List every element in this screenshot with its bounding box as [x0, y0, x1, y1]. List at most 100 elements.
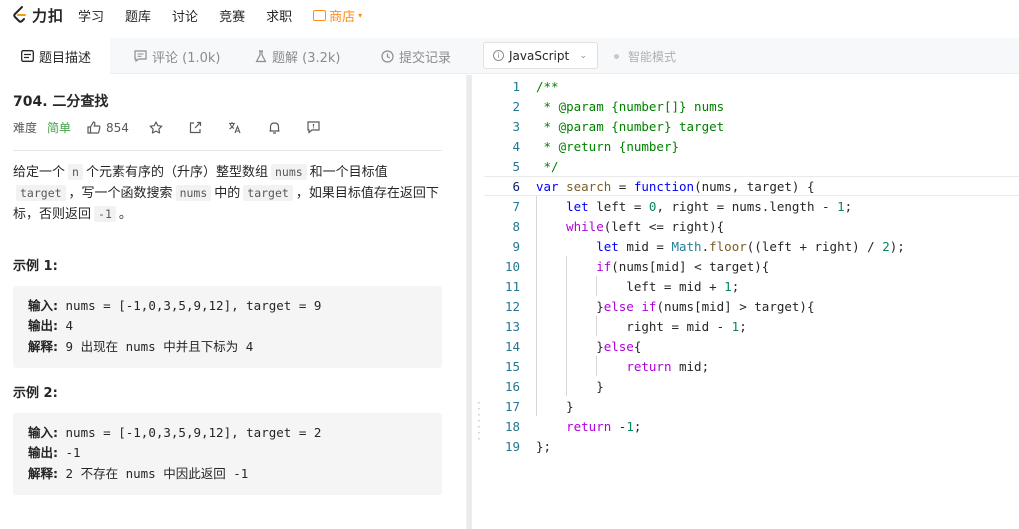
panel-resize-handle[interactable]: · · · · · · ·	[466, 75, 483, 529]
nav-item-jobs[interactable]: 求职	[266, 6, 292, 25]
inline-code: nums	[270, 164, 307, 180]
code-text[interactable]: }	[536, 399, 574, 414]
code-text[interactable]: * @param {number} target	[536, 119, 725, 134]
inline-code: -1	[94, 206, 116, 222]
code-line[interactable]: 14 }else{	[484, 336, 1019, 356]
code-text[interactable]: let left = 0, right = nums.length - 1;	[536, 199, 852, 214]
chevron-down-icon: ⌄	[579, 50, 587, 61]
desc-text: 和一个目标值	[309, 165, 388, 180]
line-number: 5	[512, 158, 520, 174]
nav-item-learn[interactable]: 学习	[78, 6, 104, 25]
nav-item-problemset[interactable]: 题库	[125, 6, 151, 25]
indent-guide	[596, 316, 598, 336]
language-select[interactable]: i JavaScript ⌄	[483, 42, 598, 69]
code-line[interactable]: 6 var search = function(nums, target) {	[484, 176, 1019, 196]
tab-description[interactable]: 题目描述	[0, 38, 110, 74]
example-input-label: 输入:	[28, 298, 58, 313]
code-line[interactable]: 15 return mid;	[484, 356, 1019, 376]
translate-icon	[228, 122, 241, 134]
problem-title: 704. 二分查找	[13, 94, 109, 110]
like-count: 854	[106, 120, 129, 135]
code-line[interactable]: 12 }else if(nums[mid] > target){	[484, 296, 1019, 316]
example-explain: 2 不存在 nums 中因此返回 -1	[65, 465, 249, 481]
language-select-value: JavaScript	[509, 48, 570, 63]
example-1-title: 示例 1:	[13, 259, 58, 274]
code-editor[interactable]: 1/** 2 * @param {number[]} nums 3 * @param…	[484, 75, 1019, 529]
chevron-down-icon: ▾	[358, 10, 363, 20]
smart-mode-toggle[interactable]: 智能模式	[614, 38, 676, 74]
code-text[interactable]: if(nums[mid] < target){	[536, 259, 769, 274]
code-line[interactable]: 4 * @return {number}	[484, 136, 1019, 156]
example-input: nums = [-1,0,3,5,9,12], target = 2	[65, 425, 322, 440]
code-line[interactable]: 11 left = mid + 1;	[484, 276, 1019, 296]
problem-panel: 704. 二分查找 难度 简单 854 给定一个 n 个元素有序的（升序）整型数组 n…	[0, 75, 466, 529]
code-text[interactable]: */	[536, 159, 559, 174]
code-line[interactable]: 17 }	[484, 396, 1019, 416]
example-input: nums = [-1,0,3,5,9,12], target = 9	[65, 298, 322, 313]
line-number: 4	[512, 138, 520, 154]
line-number: 8	[512, 218, 520, 234]
like-button[interactable]: 854	[87, 121, 129, 135]
code-text[interactable]: * @param {number[]} nums	[536, 99, 725, 114]
code-text[interactable]: return mid;	[536, 359, 709, 374]
line-number: 7	[512, 198, 520, 214]
feedback-button[interactable]	[307, 121, 320, 134]
code-text[interactable]: right = mid - 1;	[536, 319, 746, 334]
favorite-button[interactable]	[149, 121, 163, 134]
code-line[interactable]: 13 right = mid - 1;	[484, 316, 1019, 336]
code-text[interactable]: }	[536, 379, 604, 394]
line-number: 2	[512, 98, 520, 114]
example-2-block: 输入: nums = [-1,0,3,5,9,12], target = 2 输…	[13, 413, 442, 495]
code-line[interactable]: 8 while(left <= right){	[484, 216, 1019, 236]
example-2-title: 示例 2:	[13, 386, 58, 401]
logo[interactable]: 力扣	[12, 5, 64, 26]
example-explain-label: 解释:	[28, 338, 58, 354]
flask-icon	[254, 49, 267, 63]
code-line[interactable]: 3 * @param {number} target	[484, 116, 1019, 136]
share-button[interactable]	[189, 121, 202, 134]
code-text[interactable]: var search = function(nums, target) {	[536, 179, 814, 194]
desc-text: 中的	[214, 186, 241, 201]
code-text[interactable]: * @return {number}	[536, 139, 679, 154]
line-number: 14	[504, 338, 520, 354]
code-line[interactable]: 1 /**	[484, 76, 1019, 96]
code-text[interactable]: return -1;	[536, 419, 641, 434]
drag-grip-icon: · · · · · · ·	[477, 396, 481, 446]
inline-code: target	[16, 185, 66, 201]
code-text[interactable]: let mid = Math.floor((left + right) / 2)…	[536, 239, 905, 254]
example-output-label: 输出:	[28, 445, 58, 461]
nav-item-discuss[interactable]: 讨论	[172, 6, 198, 25]
code-line[interactable]: 7 let left = 0, right = nums.length - 1;	[484, 196, 1019, 216]
tab-solutions[interactable]: 题解 (3.2k)	[254, 38, 340, 74]
example-output: 4	[65, 318, 74, 334]
line-number: 12	[504, 298, 520, 314]
nav-item-shop[interactable]: 商店 ▾	[313, 6, 362, 25]
code-line[interactable]: 16 }	[484, 376, 1019, 396]
notification-button[interactable]	[268, 121, 281, 134]
tab-comments[interactable]: 评论 (1.0k)	[134, 38, 220, 74]
code-line[interactable]: 18 return -1;	[484, 416, 1019, 436]
translate-button[interactable]	[228, 121, 242, 134]
example-input-label: 输入:	[28, 425, 58, 440]
code-text[interactable]: };	[536, 439, 551, 454]
code-text[interactable]: /**	[536, 79, 559, 94]
inline-code: n	[68, 164, 83, 180]
thumbs-up-icon	[87, 121, 101, 134]
code-line[interactable]: 2 * @param {number[]} nums	[484, 96, 1019, 116]
code-text[interactable]: }else if(nums[mid] > target){	[536, 299, 814, 314]
code-text[interactable]: while(left <= right){	[536, 219, 724, 234]
tab-submissions[interactable]: 提交记录	[381, 38, 451, 74]
tab-comments-label: 评论 (1.0k)	[152, 50, 221, 66]
code-line[interactable]: 10 if(nums[mid] < target){	[484, 256, 1019, 276]
description-icon	[21, 50, 34, 63]
code-line[interactable]: 19};	[484, 436, 1019, 456]
desc-text: ，写一个函数搜索	[68, 186, 173, 201]
code-line[interactable]: 5 */	[484, 156, 1019, 176]
code-text[interactable]: }else{	[536, 339, 641, 354]
scrollbar-track[interactable]	[467, 75, 472, 529]
code-line[interactable]: 9 let mid = Math.floor((left + right) / …	[484, 236, 1019, 256]
nav-item-contest[interactable]: 竞赛	[219, 6, 245, 25]
clock-icon	[381, 49, 394, 63]
line-number: 9	[512, 238, 520, 254]
line-number: 13	[504, 318, 520, 334]
